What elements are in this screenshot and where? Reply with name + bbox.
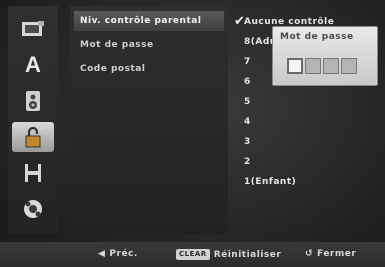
password-digit-boxes	[287, 58, 357, 76]
prev-hint[interactable]: ◀ Préc.	[98, 249, 138, 259]
close-label: Fermer	[317, 249, 357, 259]
menu-item-password[interactable]: Mot de passe	[74, 35, 224, 55]
close-hint[interactable]: ↺ Fermer	[305, 249, 356, 259]
password-dialog-title: Mot de passe	[280, 32, 354, 42]
option-item[interactable]: 6	[244, 75, 251, 89]
option-item[interactable]: 5	[244, 95, 251, 109]
option-item[interactable]: 1(Enfant)	[244, 175, 296, 189]
disc-menu-item[interactable]	[12, 14, 54, 44]
audio-menu-item[interactable]	[12, 86, 54, 116]
menu-item-postal-code[interactable]: Code postal	[74, 59, 224, 79]
settings-disc-icon	[24, 200, 42, 218]
option-item[interactable]: 3	[244, 135, 251, 149]
lock-icon	[25, 126, 41, 148]
clear-button-icon: CLEAR	[176, 249, 210, 260]
audio-icon	[26, 91, 40, 111]
password-digit-box[interactable]	[341, 58, 357, 74]
menu-item-parental-level[interactable]: Niv. contrôle parental	[74, 11, 224, 31]
language-menu-item[interactable]: A	[12, 50, 54, 80]
disc-icon	[22, 21, 44, 36]
password-digit-box[interactable]	[323, 58, 339, 74]
category-sidebar: A	[8, 6, 58, 234]
password-digit-box[interactable]	[287, 58, 303, 74]
others-menu-item[interactable]	[12, 194, 54, 224]
arrow-left-icon: ◀	[98, 249, 106, 259]
video-menu-item[interactable]	[12, 158, 54, 188]
footer-bar: ◀ Préc. CLEAR Réinitialiser ↺ Fermer	[0, 242, 385, 267]
option-item[interactable]: 7	[244, 55, 251, 69]
film-icon	[25, 164, 41, 182]
password-dialog: Mot de passe	[272, 26, 378, 86]
return-icon: ↺	[305, 249, 314, 259]
option-item[interactable]: 4	[244, 115, 251, 129]
option-item[interactable]: 2	[244, 155, 251, 169]
reset-hint[interactable]: CLEAR Réinitialiser	[176, 249, 281, 260]
parental-lock-menu-item[interactable]	[12, 122, 54, 152]
password-digit-box[interactable]	[305, 58, 321, 74]
language-icon: A	[25, 52, 41, 77]
menu-column: Niv. contrôle parental Mot de passe Code…	[70, 6, 228, 234]
reset-label: Réinitialiser	[213, 249, 282, 260]
prev-label: Préc.	[109, 249, 138, 259]
dvd-setup-screen: A Niv. contrôle parental Mot de passe Co…	[0, 0, 385, 267]
